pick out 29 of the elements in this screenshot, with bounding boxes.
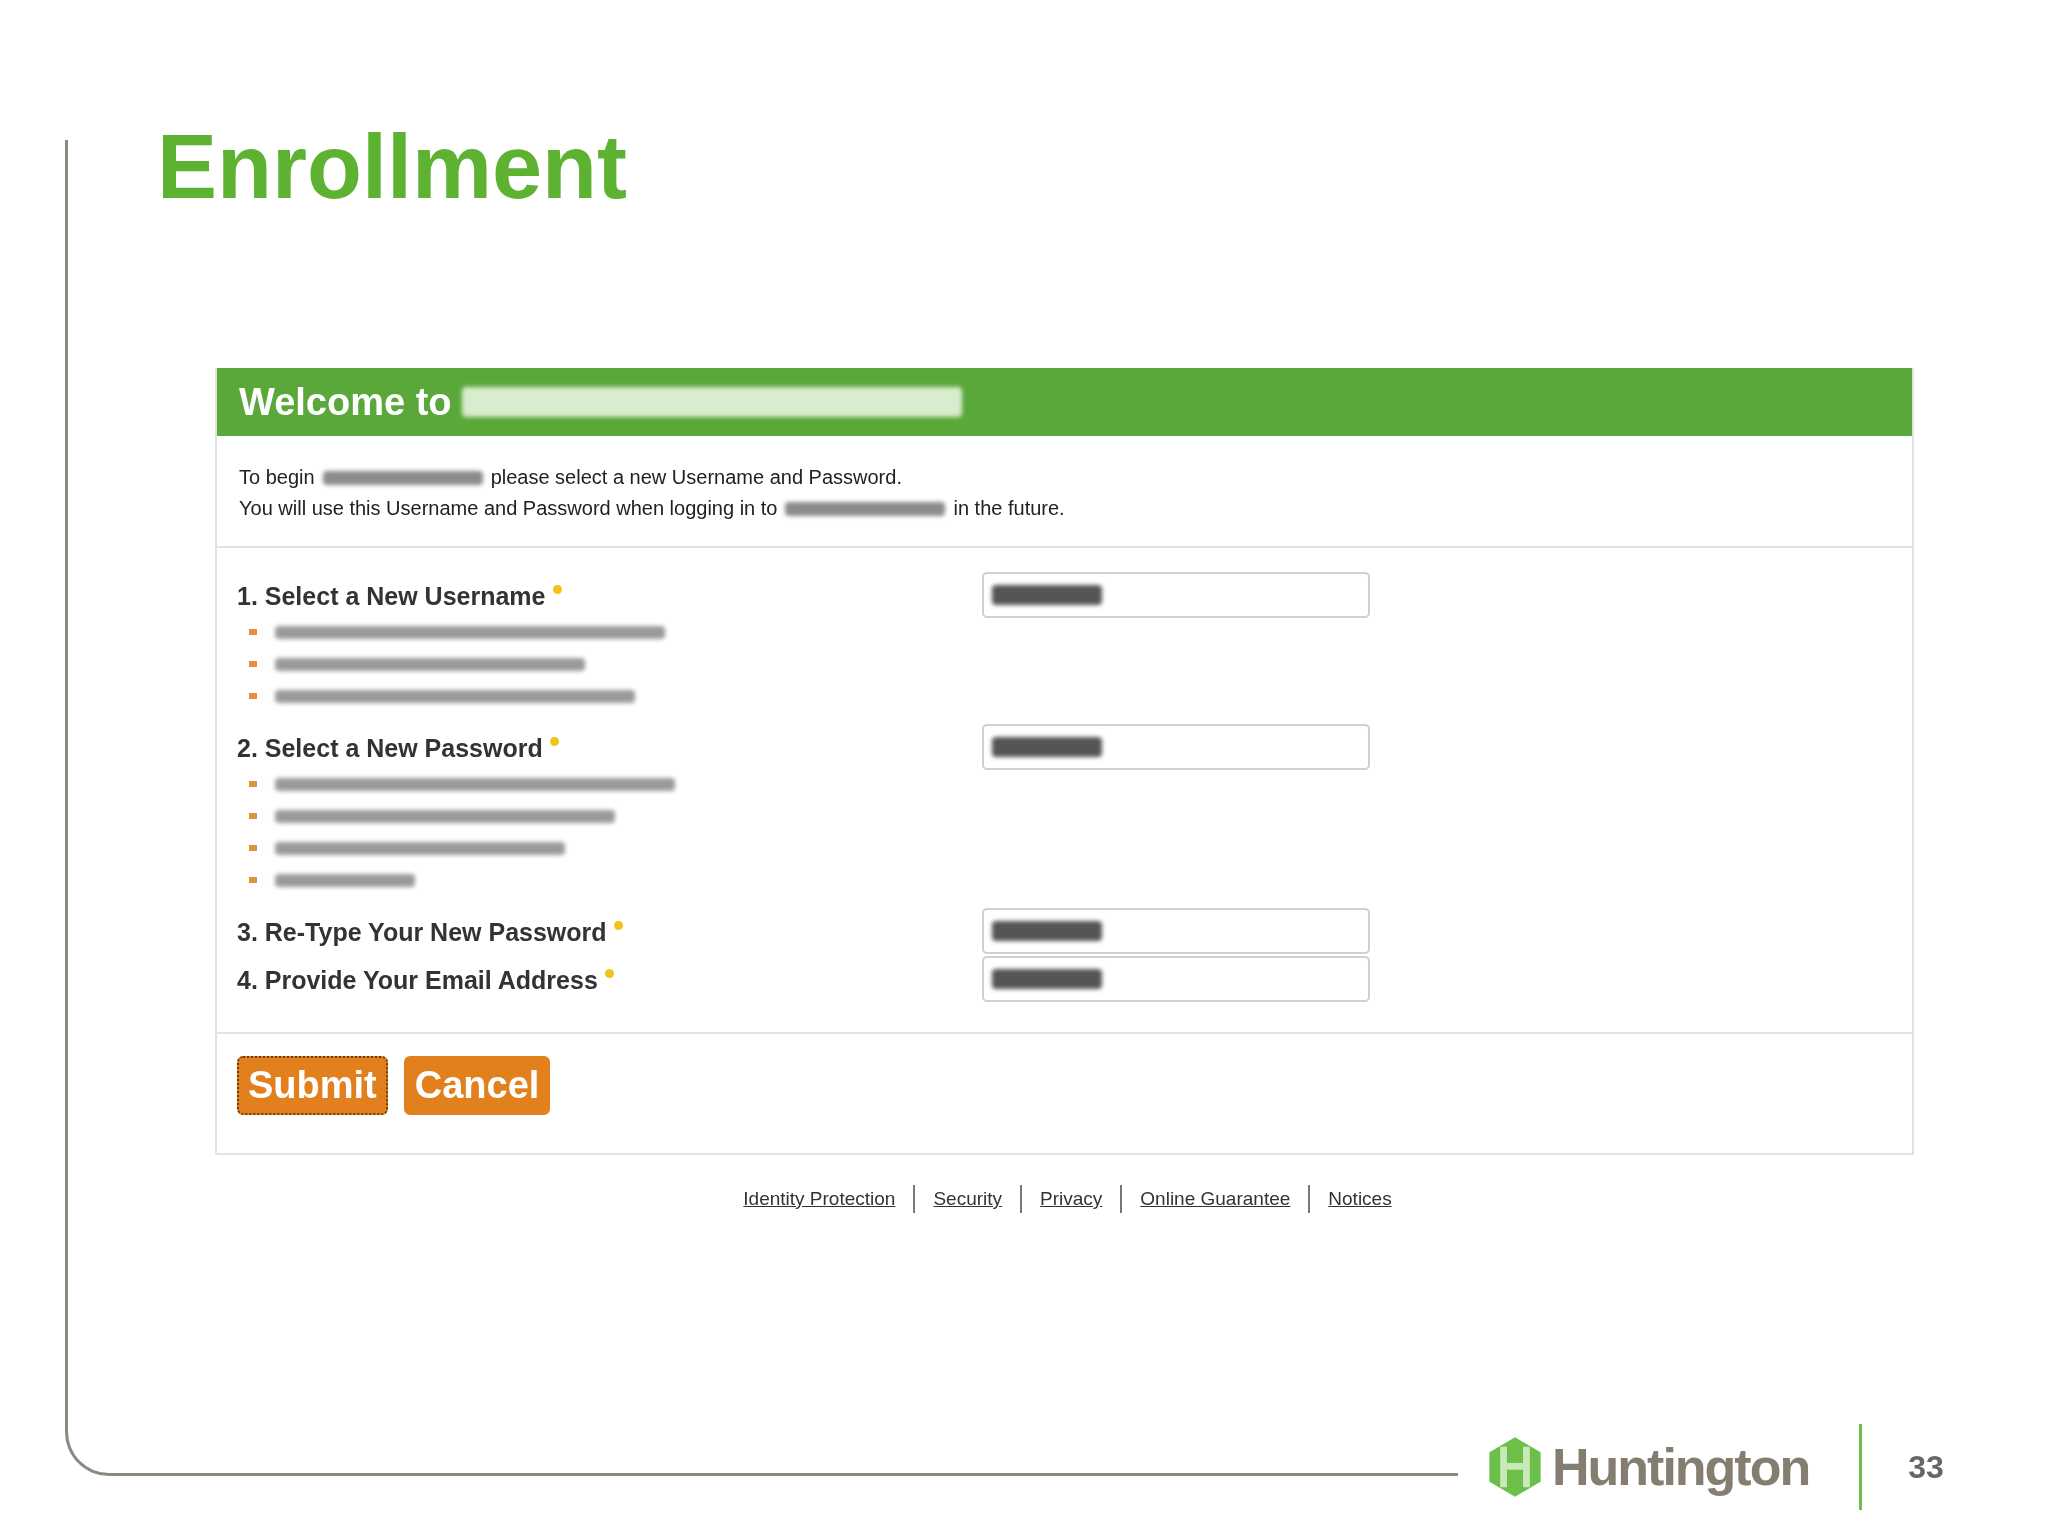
bullet-icon — [249, 813, 257, 819]
bullet-icon — [249, 629, 257, 635]
slide-title: Enrollment — [157, 118, 629, 217]
intro-text: please select a new Username and Password. — [490, 466, 902, 489]
intro-text: To begin — [239, 466, 315, 489]
welcome-heading: Welcome to — [239, 380, 452, 424]
page-number: 33 — [1908, 1448, 1944, 1486]
bullet-icon — [249, 845, 257, 851]
input-field[interactable] — [982, 956, 1370, 1002]
footer-link[interactable]: Notices — [1328, 1188, 1392, 1210]
bullet-icon — [249, 693, 257, 699]
intro-text: You will use this Username and Password when logging in to — [239, 497, 778, 520]
bullet-icon — [249, 877, 257, 883]
input-field[interactable] — [982, 724, 1370, 770]
bullet-icon — [249, 661, 257, 667]
field-label: 3. Re-Type Your New Password — [237, 918, 607, 947]
intro-text: in the future. — [953, 497, 1065, 520]
footer-link[interactable]: Privacy — [1040, 1188, 1103, 1210]
input-field[interactable] — [982, 908, 1370, 954]
logo-wordmark: Huntington — [1552, 1437, 1810, 1497]
field-label: 4. Provide Your Email Address — [237, 966, 598, 995]
field-label: 1. Select a New Username — [237, 582, 546, 611]
input-field[interactable] — [982, 572, 1370, 618]
bullet-icon — [249, 781, 257, 787]
hexagon-logo-icon — [1488, 1436, 1542, 1498]
field-label: 2. Select a New Password — [237, 734, 543, 763]
footer-link[interactable]: Online Guarantee — [1140, 1188, 1291, 1210]
footer-link[interactable]: Security — [933, 1188, 1003, 1210]
footer-link[interactable]: Identity Protection — [743, 1188, 896, 1210]
